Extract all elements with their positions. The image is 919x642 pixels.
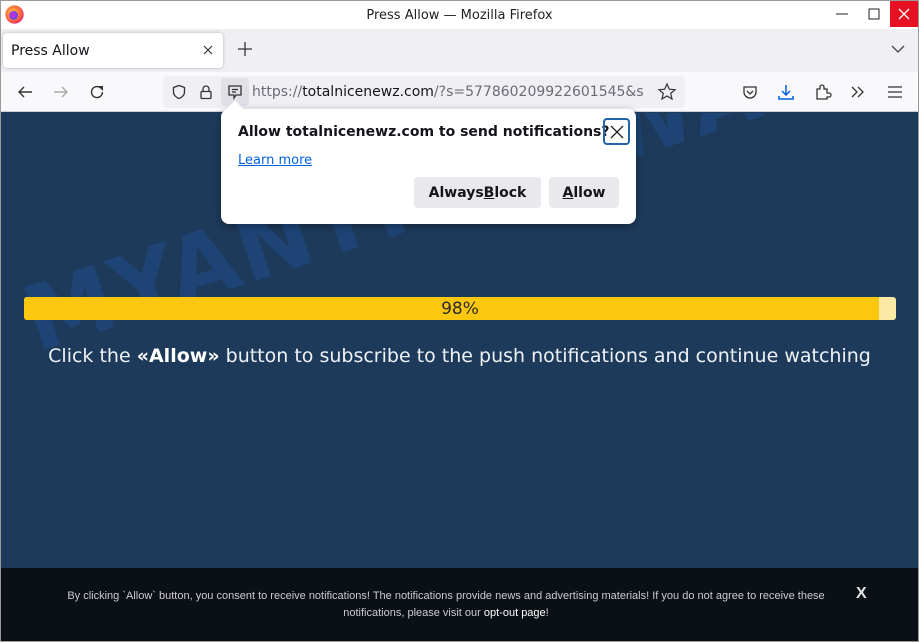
minimize-button[interactable]: [827, 1, 857, 27]
extensions-icon: [816, 84, 832, 100]
block-label-pre: Always: [428, 184, 484, 201]
minimize-icon: [836, 13, 848, 15]
notification-permission-popup: Allow totalnicenewz.com to send notifica…: [221, 100, 636, 224]
reload-icon: [90, 85, 104, 99]
tab-close-icon[interactable]: [199, 41, 217, 59]
url-scheme: https://: [252, 84, 303, 100]
back-button[interactable]: [13, 80, 37, 104]
downloads-button[interactable]: [774, 80, 798, 104]
navigation-toolbar: https://totalnicenewz.com/?s=57786020992…: [1, 72, 918, 112]
site-security-button[interactable]: [196, 82, 216, 102]
window-title: Press Allow — Mozilla Firefox: [366, 8, 553, 23]
allow-label-post: llow: [573, 184, 606, 201]
progress-label: 98%: [441, 299, 479, 319]
consent-text: By clicking `Allow` button, you consent …: [41, 588, 851, 622]
overflow-menu-button[interactable]: [846, 80, 870, 104]
popup-close-button[interactable]: [603, 118, 630, 145]
maximize-button[interactable]: [859, 1, 889, 27]
allow-button[interactable]: Allow: [549, 177, 619, 208]
close-icon: [610, 125, 623, 138]
consent-close-button[interactable]: X: [856, 585, 867, 603]
block-label-post: lock: [494, 184, 527, 201]
progress-bar: 98%: [24, 297, 896, 320]
app-menu-button[interactable]: [883, 80, 907, 104]
tab-strip: Press Allow: [1, 29, 918, 72]
cta-text-suffix: button to subscribe to the push notifica…: [219, 345, 871, 367]
bookmark-star-icon[interactable]: [657, 82, 677, 102]
shield-icon: [172, 84, 186, 100]
consent-suffix: !: [545, 607, 549, 619]
cta-text-allow: «Allow»: [136, 345, 220, 367]
close-window-button[interactable]: [890, 1, 918, 27]
tracking-protection-button[interactable]: [169, 82, 189, 102]
close-icon: [898, 8, 910, 20]
url-bar[interactable]: https://totalnicenewz.com/?s=57786020992…: [163, 76, 685, 108]
lock-icon: [200, 85, 212, 100]
back-icon: [18, 86, 32, 98]
reload-button[interactable]: [85, 80, 109, 104]
popup-title: Allow totalnicenewz.com to send notifica…: [238, 124, 610, 140]
block-accesskey: B: [483, 184, 495, 201]
title-bar: Press Allow — Mozilla Firefox: [1, 1, 918, 29]
url-path: /?s=577860209922601545&s: [433, 84, 644, 100]
allow-accesskey: A: [562, 184, 574, 201]
tab-label: Press Allow: [11, 43, 90, 59]
overflow-icon: [851, 86, 864, 98]
cta-text-prefix: Click the: [48, 345, 137, 367]
browser-window: Press Allow — Mozilla Firefox Press Allo…: [0, 0, 919, 642]
maximize-icon: [868, 8, 880, 20]
new-tab-icon[interactable]: [235, 39, 255, 59]
pocket-icon: [743, 86, 757, 99]
consent-bar: By clicking `Allow` button, you consent …: [1, 568, 918, 641]
url-domain: totalnicenewz.com: [302, 84, 434, 100]
tab-press-allow[interactable]: Press Allow: [3, 33, 223, 68]
forward-button[interactable]: [49, 80, 73, 104]
consent-message: By clicking `Allow` button, you consent …: [67, 590, 825, 619]
notification-permission-icon: [228, 85, 242, 100]
menu-icon: [888, 86, 902, 98]
forward-icon: [54, 86, 68, 98]
learn-more-link[interactable]: Learn more: [238, 153, 312, 168]
call-to-action-text: Click the «Allow» button to subscribe to…: [1, 345, 918, 367]
pocket-button[interactable]: [738, 80, 762, 104]
list-all-tabs-icon[interactable]: [890, 41, 906, 57]
opt-out-link[interactable]: opt-out page: [484, 607, 546, 619]
downloads-icon: [778, 85, 794, 100]
extensions-button[interactable]: [811, 80, 835, 104]
url-text[interactable]: https://totalnicenewz.com/?s=57786020992…: [252, 84, 656, 100]
always-block-button[interactable]: Always Block: [414, 177, 541, 208]
